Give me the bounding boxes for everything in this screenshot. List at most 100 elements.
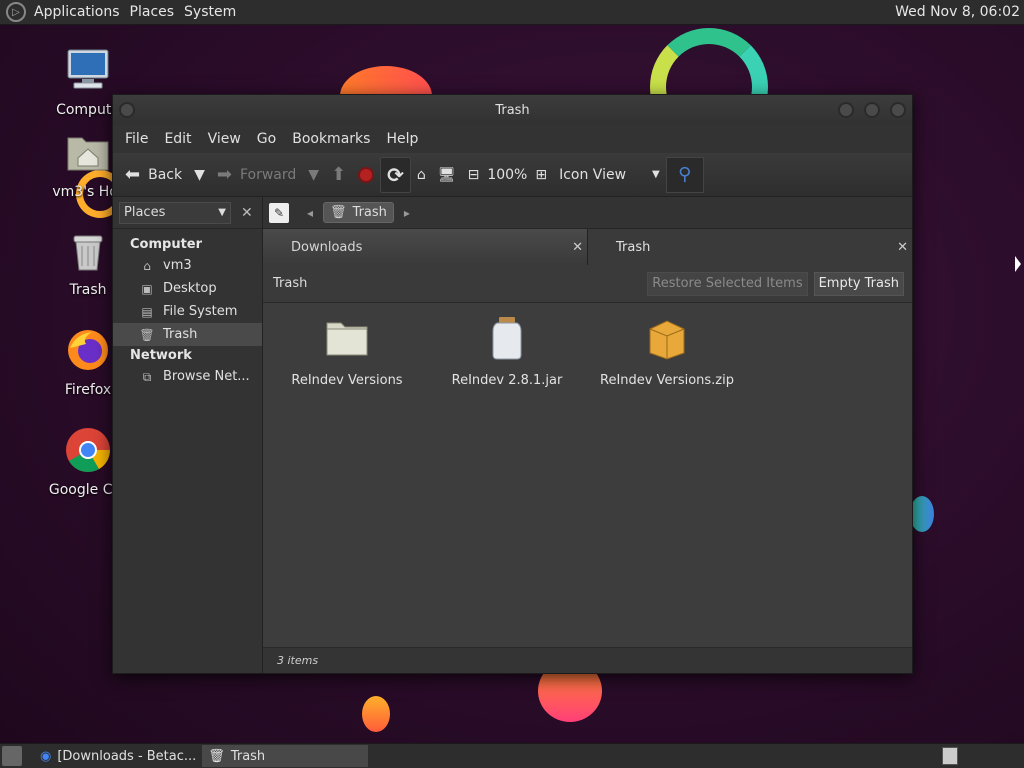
sidebar-type-label: Places [124,205,166,220]
search-button[interactable]: ⚲ [665,156,704,193]
back-label: Back [148,166,183,183]
crumb-left-arrow-icon[interactable]: ◂ [307,206,313,220]
zoom-out-icon: ⊟ [467,166,480,183]
menu-go[interactable]: Go [249,131,284,147]
panel-menu-applications[interactable]: Applications [32,0,128,25]
menu-bookmarks[interactable]: Bookmarks [284,131,378,147]
window-titlebar[interactable]: Trash [113,95,912,125]
sidebar-item-label: Browse Net... [163,369,250,384]
panel-menu-places[interactable]: Places [128,0,183,25]
file-manager-window: Trash File Edit View Go Bookmarks Help ⬅… [112,94,913,674]
computer-icon: 🖥 [437,166,456,183]
file-item[interactable]: ReIndev Versions [277,315,417,388]
crumb-right-arrow-icon[interactable]: ▸ [404,206,410,220]
sidebar-item-vm3[interactable]: ⌂ vm3 [113,254,262,277]
sidebar-item-trash[interactable]: 🗑 Trash [113,323,262,346]
menu-help[interactable]: Help [378,131,426,147]
home-icon: ⌂ [143,258,151,273]
home-button[interactable]: ⌂ [411,157,432,193]
stop-button[interactable] [352,157,380,193]
file-item[interactable]: ReIndev Versions.zip [597,315,737,388]
folder-icon [326,322,368,356]
trash-icon: 🗑 [208,748,225,764]
breadcrumb-label: Trash [352,205,387,220]
jar-icon [492,317,522,360]
sidebar-item-label: Desktop [163,281,217,296]
menu-view[interactable]: View [200,131,249,147]
file-label: ReIndev Versions [291,373,403,388]
sidebar-item-label: vm3 [163,258,192,273]
taskbar-item-label: Trash [230,748,266,764]
chevron-down-icon: ▼ [308,166,320,183]
chevron-down-icon: ▼ [194,166,205,183]
trash-icon: 🗑 [330,205,347,220]
sidebar-item-browse-network[interactable]: ⧉ Browse Net... [113,365,262,388]
tab-trash[interactable]: Trash ✕ [588,229,912,265]
decorative-blob [362,696,390,732]
sidebar-item-desktop[interactable]: ▣ Desktop [113,277,262,300]
desktop-folder-icon: ▣ [141,281,153,296]
forward-button[interactable]: ➡ Forward [211,157,302,193]
menu-logo-icon[interactable]: ▷ [6,2,26,22]
tab-downloads[interactable]: Downloads ✕ [263,229,588,265]
sidebar-item-label: File System [163,304,238,319]
tab-bar: Downloads ✕ Trash ✕ [263,229,912,265]
menu-edit[interactable]: Edit [156,131,199,147]
panel-menu-system[interactable]: System [182,0,244,25]
close-tab-icon[interactable]: ✕ [897,240,908,255]
file-icon-view[interactable]: ReIndev Versions ReIndev 2.8.1.jar ReInd… [263,303,912,647]
forward-history-dropdown[interactable]: ▼ [302,157,325,193]
reload-button[interactable]: ⟳ [380,156,411,193]
restore-selected-button[interactable]: Restore Selected Items [647,271,808,296]
decorative-blob [910,496,934,532]
breadcrumb-trash[interactable]: 🗑 Trash [323,202,394,223]
back-button[interactable]: ⬅ Back [119,157,188,193]
chevron-down-icon: ▼ [652,169,660,180]
status-bar: 3 items [263,647,912,673]
forward-arrow-icon: ➡ [216,164,232,185]
forward-label: Forward [239,166,297,183]
zoom-level[interactable]: 100% [485,157,529,193]
back-history-dropdown[interactable]: ▼ [188,157,211,193]
window-title: Trash [495,102,530,118]
location-bar: ✎ ◂ 🗑 Trash ▸ [263,197,912,229]
info-bar-title: Trash [273,276,308,291]
edit-location-icon[interactable]: ✎ [269,202,289,223]
file-item[interactable]: ReIndev 2.8.1.jar [437,315,577,388]
home-folder-icon [67,137,109,171]
close-sidebar-icon[interactable]: ✕ [241,205,253,221]
taskbar-item-downloads[interactable]: ◉ [Downloads - Betac... [34,745,202,767]
network-icon: ⧉ [142,369,152,384]
trash-info-bar: Trash Restore Selected Items Empty Trash [263,265,912,303]
computer-icon [67,49,109,89]
sidebar-group-network: Network [130,348,192,363]
tab-label: Downloads [291,239,363,255]
close-tab-icon[interactable]: ✕ [572,240,583,255]
main-pane: ✎ ◂ 🗑 Trash ▸ Downloads ✕ Trash ✕ Trash … [263,197,912,673]
sidebar-group-computer: Computer [130,237,203,252]
show-desktop-button[interactable] [2,746,22,766]
chrome-icon [66,428,110,472]
computer-button[interactable]: 🖥 [432,157,462,193]
panel-clock[interactable]: Wed Nov 8, 06:02 [895,4,1024,20]
up-button[interactable]: ⬆ [325,157,352,193]
mouse-cursor [1015,256,1021,272]
taskbar-item-label: [Downloads - Betac... [57,748,197,764]
taskbar-item-trash[interactable]: 🗑 Trash [202,745,369,767]
trash-icon: 🗑 [139,327,155,342]
zoom-out-button[interactable]: ⊟ [462,157,486,193]
archive-icon [649,320,685,360]
workspace-switcher[interactable] [942,747,958,765]
stop-icon [358,166,375,183]
chrome-icon: ◉ [40,748,52,764]
zoom-in-button[interactable]: ⊞ [529,157,553,193]
zoom-in-icon: ⊞ [535,166,548,183]
back-arrow-icon: ⬅ [125,164,141,185]
view-mode-select[interactable]: Icon View ▼ [553,157,666,193]
home-icon: ⌂ [416,166,426,183]
empty-trash-button[interactable]: Empty Trash [813,271,904,296]
sidebar-item-file-system[interactable]: ▤ File System [113,300,262,323]
sidebar-type-select[interactable]: Places ▼ [119,201,231,224]
menu-file[interactable]: File [117,131,156,147]
view-mode-label: Icon View [559,166,627,183]
